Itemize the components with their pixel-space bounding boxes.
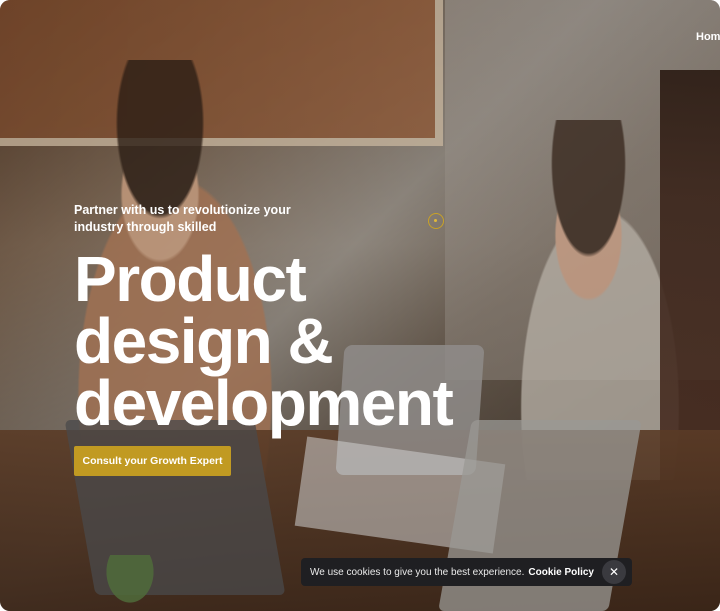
hero-section: Home Partner with us to revolutionize yo… (0, 0, 720, 611)
background-plant (100, 555, 160, 611)
close-icon[interactable]: ✕ (602, 560, 626, 584)
nav-home-link[interactable]: Home (696, 31, 720, 43)
hero-headline: Product design & development (74, 243, 454, 439)
headline-line-1: Product (74, 243, 307, 315)
cookie-banner: We use cookies to give you the best expe… (301, 558, 632, 586)
background-person-right (660, 70, 720, 490)
consult-growth-expert-button[interactable]: Consult your Growth Expert (74, 446, 231, 476)
close-glyph: ✕ (608, 565, 620, 579)
cookie-message: We use cookies to give you the best expe… (310, 566, 525, 578)
cursor-ring-icon (428, 213, 444, 229)
headline-line-3: development (74, 367, 454, 439)
headline-line-2: design & (74, 305, 334, 377)
hero-tagline: Partner with us to revolutionize your in… (74, 203, 291, 234)
cookie-policy-link[interactable]: Cookie Policy (528, 567, 594, 578)
